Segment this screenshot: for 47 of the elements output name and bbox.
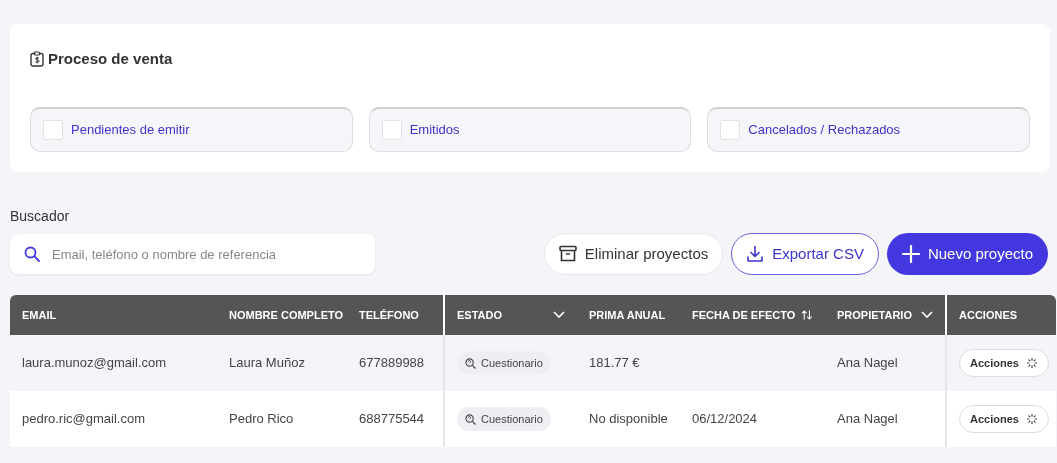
table-cell: Laura Muñoz (229, 355, 305, 371)
column-header: ESTADO (457, 307, 503, 323)
table-cell: pedro.ric@gmail.com (22, 411, 145, 427)
actions-button[interactable]: Acciones (959, 404, 1049, 434)
search-question-icon (465, 413, 476, 425)
search-field[interactable]: Email, teléfono o nombre de referencia (10, 234, 375, 274)
column-header: TELÉFONO (359, 307, 419, 323)
clipboard-dollar-icon (30, 51, 44, 68)
filter-option[interactable]: Pendientes de emitir (30, 106, 353, 152)
column-header: NOMBRE COMPLETO (229, 307, 344, 323)
column-header: PROPIETARIO (837, 307, 912, 323)
filter-option[interactable]: Cancelados / Rechazados (707, 106, 1030, 152)
delete-projects-button[interactable]: Eliminar proyectos (543, 233, 724, 275)
column-header: ACCIONES (959, 307, 1018, 323)
chevron-down-icon[interactable] (553, 311, 565, 319)
sparkle-icon (1025, 357, 1038, 369)
table-cell: 181.77 € (589, 355, 640, 371)
chevron-down-icon[interactable] (921, 311, 933, 319)
download-icon (746, 245, 765, 263)
actions-button[interactable]: Acciones (959, 348, 1049, 378)
column-header: PRIMA ANUAL (589, 307, 666, 323)
sparkle-icon (1025, 413, 1038, 425)
export-csv-button[interactable]: Exportar CSV (731, 233, 879, 275)
sort-icon[interactable] (801, 307, 813, 323)
search-icon (24, 246, 40, 262)
status-badge: Cuestionario (457, 350, 551, 376)
column-header: EMAIL (22, 307, 57, 323)
search-question-icon (465, 357, 476, 369)
search-label: Buscador (10, 207, 71, 226)
checkbox[interactable] (43, 119, 63, 140)
column-header: FECHA DE EFECTO (692, 307, 796, 323)
table-cell: Pedro Rico (229, 411, 294, 427)
table-cell: 06/12/2024 (692, 411, 758, 427)
filter-option[interactable]: Emitidos (368, 106, 692, 152)
section-title: Proceso de venta (48, 49, 173, 69)
table-cell: Ana Nagel (837, 411, 898, 427)
new-project-button[interactable]: Nuevo proyecto (886, 233, 1048, 275)
checkbox[interactable] (381, 119, 402, 140)
table-cell: 688775544 (359, 411, 425, 427)
table-cell: laura.munoz@gmail.com (22, 355, 166, 371)
status-badge: Cuestionario (457, 406, 551, 432)
plus-icon (901, 245, 920, 263)
archive-icon (558, 245, 577, 263)
table-cell: No disponible (589, 411, 668, 427)
table-cell: Ana Nagel (837, 355, 898, 371)
table-cell: 677889988 (359, 355, 425, 371)
checkbox[interactable] (720, 119, 741, 140)
